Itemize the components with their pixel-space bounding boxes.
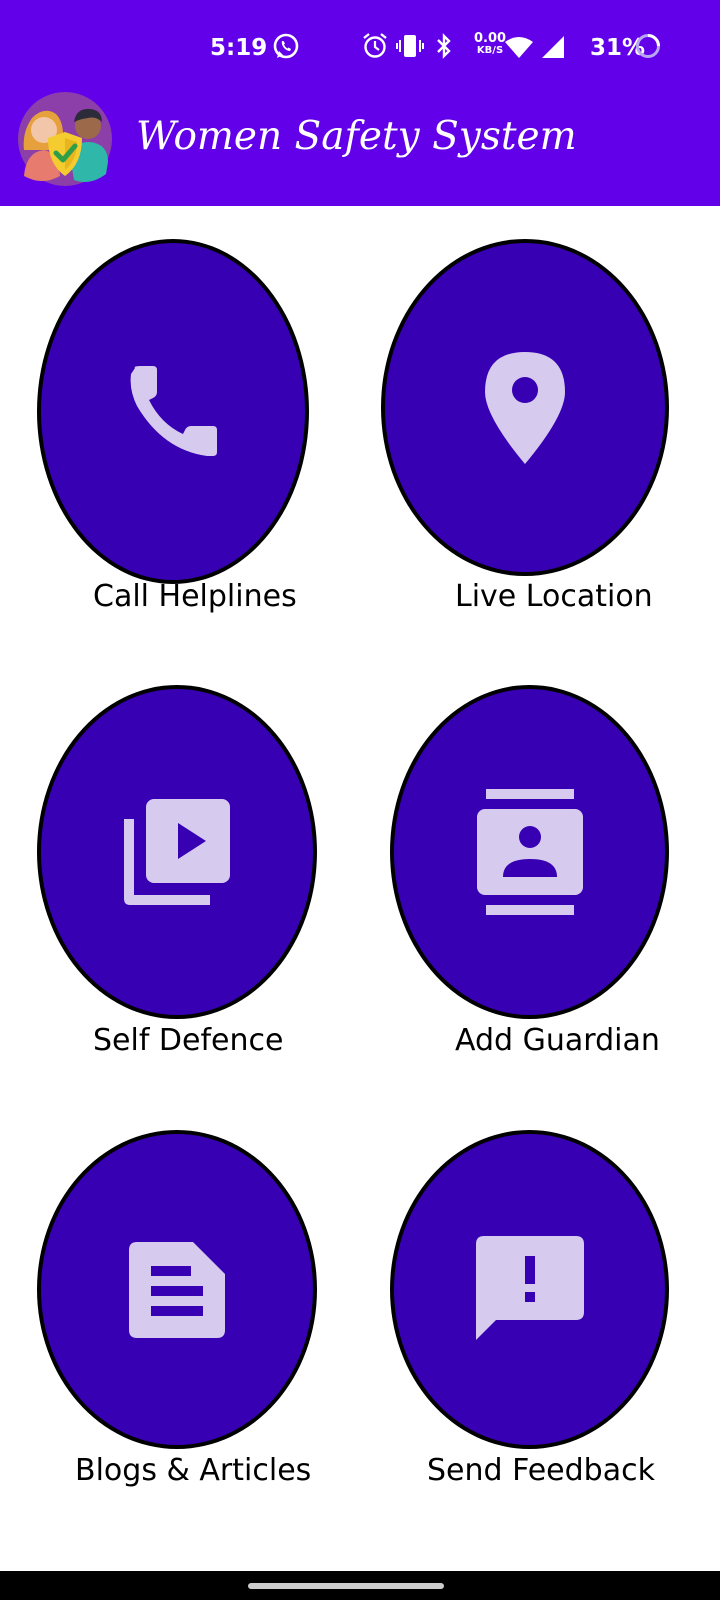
send-feedback-button[interactable]	[390, 1130, 669, 1449]
video-library-icon	[124, 799, 230, 905]
alarm-icon	[362, 32, 388, 64]
article-icon	[129, 1241, 225, 1338]
blogs-articles-button[interactable]	[37, 1130, 317, 1449]
phone-icon	[130, 365, 217, 456]
gesture-handle[interactable]	[248, 1583, 444, 1589]
add-guardian-button[interactable]	[390, 685, 669, 1019]
send-feedback-label: Send Feedback	[427, 1453, 655, 1488]
feedback-icon	[475, 1235, 584, 1340]
status-time: 5:19	[210, 35, 268, 61]
self-defence-button[interactable]	[37, 685, 317, 1019]
call-helplines-button[interactable]	[37, 239, 309, 584]
app-logo	[18, 92, 112, 186]
system-nav-bar	[0, 1571, 720, 1600]
app-title: Women Safety System	[136, 114, 577, 159]
add-guardian-label: Add Guardian	[455, 1023, 660, 1058]
network-speed-value: 0.00	[474, 31, 507, 46]
network-speed: 0.00 KB/S	[474, 31, 507, 57]
live-location-button[interactable]	[381, 239, 669, 576]
self-defence-label: Self Defence	[93, 1023, 284, 1058]
status-bar: 5:19 0.00 KB/S 31%	[0, 0, 720, 96]
whatsapp-icon	[272, 32, 300, 64]
live-location-label: Live Location	[455, 579, 653, 614]
bluetooth-icon	[434, 32, 454, 64]
cell-signal-icon	[540, 35, 566, 63]
call-helplines-label: Call Helplines	[93, 579, 297, 614]
wifi-icon	[504, 36, 534, 64]
contacts-icon	[476, 789, 583, 915]
location-pin-icon	[485, 351, 565, 464]
network-speed-unit: KB/S	[476, 45, 504, 56]
vibrate-icon	[396, 32, 424, 64]
blogs-articles-label: Blogs & Articles	[75, 1453, 312, 1488]
battery-ring-icon	[634, 32, 662, 64]
